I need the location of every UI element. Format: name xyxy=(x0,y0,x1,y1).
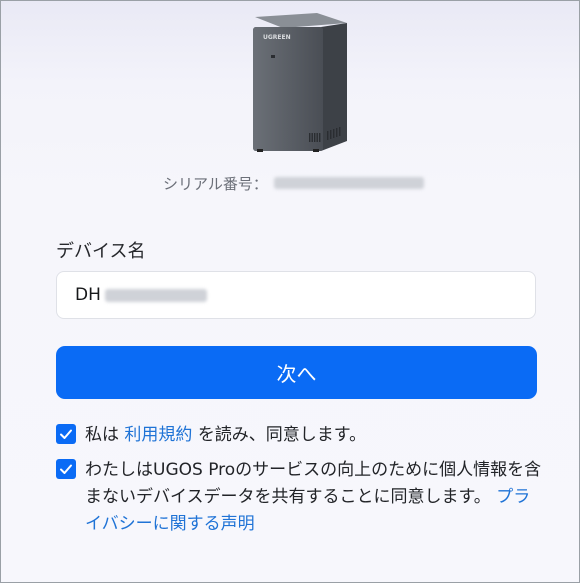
privacy-text: わたしはUGOS Proのサービスの向上のために個人情報を含まないデバイスデータ… xyxy=(85,457,545,538)
terms-suffix: を読み、同意します。 xyxy=(197,425,367,445)
terms-agreement-row: 私は 利用規約 を読み、同意します。 xyxy=(56,422,366,449)
serial-number-redacted xyxy=(273,177,424,189)
serial-number-label: シリアル番号： xyxy=(163,174,268,193)
device-name-input[interactable]: DH xyxy=(56,271,536,319)
next-button[interactable]: 次へ xyxy=(56,346,537,399)
terms-text: 私は 利用規約 を読み、同意します。 xyxy=(85,422,366,449)
terms-prefix: 私は xyxy=(85,425,119,445)
brand-logo: UGREEN xyxy=(263,34,291,41)
device-name-redacted xyxy=(104,288,207,302)
nas-device-image: UGREEN xyxy=(247,11,351,153)
privacy-agreement-row: わたしはUGOS Proのサービスの向上のために個人情報を含まないデバイスデータ… xyxy=(56,457,546,538)
device-name-label: デバイス名 xyxy=(56,241,146,262)
device-setup-panel: UGREEN シリアル番号： デバイス名 DH 次へ 私は 利用規約 を読み、同… xyxy=(0,0,580,583)
privacy-checkbox[interactable] xyxy=(56,459,76,479)
checkmark-icon xyxy=(60,429,72,439)
serial-number: シリアル番号： xyxy=(163,173,424,193)
terms-checkbox[interactable] xyxy=(56,424,76,444)
device-name-value: DH xyxy=(75,285,101,305)
checkmark-icon xyxy=(60,464,72,474)
privacy-agreement-text: わたしはUGOS Proのサービスの向上のために個人情報を含まないデバイスデータ… xyxy=(85,460,542,507)
terms-of-use-link[interactable]: 利用規約 xyxy=(124,425,192,445)
